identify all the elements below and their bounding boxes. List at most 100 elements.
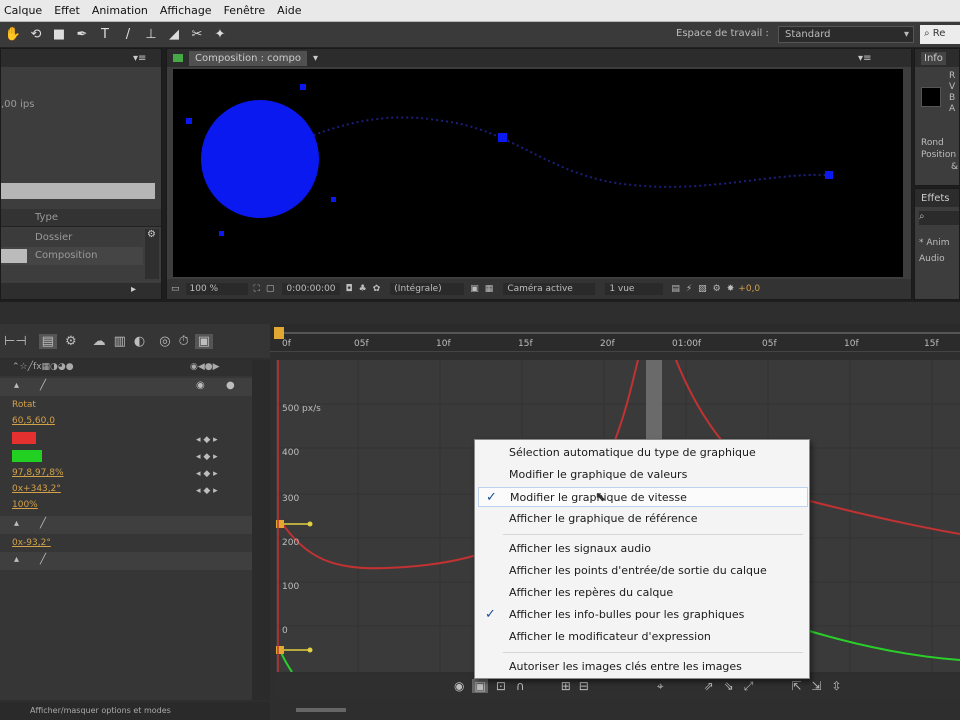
graph-editor-button[interactable]: ▣ bbox=[194, 333, 214, 349]
resolution-select[interactable]: (Intégrale) bbox=[390, 283, 465, 295]
layer-row[interactable]: ▴ ╱ ◉ ● bbox=[0, 378, 252, 396]
fast-preview-icon[interactable]: ⚡ bbox=[686, 284, 692, 294]
panel-menu-icon[interactable]: ▾≡ bbox=[133, 53, 146, 64]
easy-ease-icon[interactable]: ⇱ bbox=[791, 679, 801, 693]
motion-blur-icon[interactable]: ◐ bbox=[134, 334, 145, 349]
menu-fenetre[interactable]: Fenêtre bbox=[224, 4, 266, 17]
fit-selection-icon[interactable]: ⊞ bbox=[561, 679, 571, 693]
work-area-icon[interactable]: ⊢⊣ bbox=[4, 334, 27, 349]
bezier-handle-end[interactable] bbox=[307, 647, 313, 653]
transparency-grid-icon[interactable]: ▦ bbox=[485, 284, 494, 294]
timecode-display[interactable]: 0:00:00:00 bbox=[282, 283, 340, 295]
menu-item-expression-editor[interactable]: Afficher le modificateur d'expression bbox=[475, 627, 809, 647]
pen-switch-icon[interactable]: ╱ bbox=[40, 518, 46, 529]
menu-aide[interactable]: Aide bbox=[277, 4, 301, 17]
tab-composition[interactable]: Composition : compo bbox=[189, 50, 308, 66]
pen-switch-icon[interactable]: ╱ bbox=[40, 554, 46, 565]
rotation-value[interactable]: 0x+343,2° bbox=[12, 484, 61, 494]
menu-item-layer-in-out[interactable]: Afficher les points d'entrée/de sortie d… bbox=[475, 561, 809, 581]
eye-icon[interactable]: ◉ bbox=[454, 679, 464, 693]
toggle-switches-modes[interactable]: Afficher/masquer options et modes bbox=[30, 706, 171, 715]
exposure-value[interactable]: +0,0 bbox=[738, 284, 760, 294]
menu-item-edit-value-graph[interactable]: Modifier le graphique de valeurs bbox=[475, 465, 809, 485]
eraser-tool-icon[interactable]: ◢ bbox=[164, 25, 184, 45]
transform-box-icon[interactable]: ⊡ bbox=[496, 679, 506, 693]
flowchart-icon[interactable]: ⚙ bbox=[713, 284, 721, 294]
exposure-icon[interactable]: ✸ bbox=[727, 284, 735, 294]
layer-row[interactable]: ▴ ╱ bbox=[0, 552, 252, 570]
motion-keyframe-point[interactable] bbox=[219, 231, 224, 236]
menu-affichage[interactable]: Affichage bbox=[160, 4, 212, 17]
time-ruler[interactable]: 0f 05f 10f 15f 20f 01:00f 05f 10f 15f bbox=[270, 324, 960, 352]
zoom-slider[interactable] bbox=[296, 708, 346, 712]
search-input[interactable]: ⌕ Re bbox=[920, 25, 960, 44]
project-item-composition[interactable]: Composition bbox=[1, 247, 143, 265]
mask-icon[interactable]: ▢ bbox=[266, 284, 275, 294]
graph-editor-toggle-icon[interactable]: ◎ bbox=[159, 334, 170, 349]
playhead-icon[interactable] bbox=[274, 327, 284, 339]
shape-tool-icon[interactable]: ■ bbox=[49, 25, 69, 45]
convert-linear-icon[interactable]: ⇘ bbox=[724, 679, 734, 693]
motion-keyframe-point[interactable] bbox=[300, 84, 306, 90]
roto-tool-icon[interactable]: ✂ bbox=[187, 25, 207, 45]
motion-keyframe-point[interactable] bbox=[825, 171, 833, 179]
zoom-select[interactable]: 100 % bbox=[185, 283, 248, 295]
flowchart-icon[interactable]: ⚙ bbox=[147, 229, 156, 240]
menu-item-graph-tooltips[interactable]: ✓ Afficher les info-bulles pour les grap… bbox=[475, 605, 809, 625]
layer-row[interactable]: ▴ ╱ bbox=[0, 516, 252, 534]
region-icon[interactable]: ▣ bbox=[470, 284, 479, 294]
pen-tool-icon[interactable]: ✒ bbox=[72, 25, 92, 45]
menu-effet[interactable]: Effet bbox=[54, 4, 80, 17]
stamp-tool-icon[interactable]: ⊥ bbox=[141, 25, 161, 45]
comp-mini-flowchart-icon[interactable]: ▤ bbox=[38, 333, 57, 349]
shy-switch-icon[interactable]: ▴ bbox=[14, 554, 19, 565]
position-value[interactable]: 60,5,60,0 bbox=[12, 416, 55, 426]
keyframe-marker[interactable] bbox=[276, 520, 284, 528]
red-color-chip[interactable] bbox=[12, 432, 36, 444]
menu-item-audio-waveforms[interactable]: Afficher les signaux audio bbox=[475, 539, 809, 559]
brainstorm-icon[interactable]: ⏱ bbox=[179, 334, 189, 349]
rotate-tool-icon[interactable]: ⟲ bbox=[26, 25, 46, 45]
menu-calque[interactable]: Calque bbox=[4, 4, 42, 17]
solo-icon[interactable]: ● bbox=[226, 380, 235, 391]
pixel-aspect-icon[interactable]: ▤ bbox=[671, 284, 680, 294]
green-color-chip[interactable] bbox=[12, 450, 42, 462]
shy-switch-icon[interactable]: ▴ bbox=[14, 518, 19, 529]
draft-3d-icon[interactable]: ⚙ bbox=[65, 334, 77, 349]
channel-icon[interactable]: ✿ bbox=[373, 284, 381, 294]
layer-list-scrollbar[interactable] bbox=[252, 360, 270, 700]
play-arrow-icon[interactable]: ▸ bbox=[131, 284, 136, 295]
keyframe-nav[interactable]: ◂ ◆ ▸ bbox=[196, 449, 218, 466]
chevron-down-icon[interactable]: ▾ bbox=[313, 53, 318, 64]
puppet-tool-icon[interactable]: ✦ bbox=[210, 25, 230, 45]
menu-item-reference-graph[interactable]: Afficher le graphique de référence bbox=[475, 509, 809, 529]
keyframe-marker[interactable] bbox=[276, 646, 284, 654]
rotation-label[interactable]: Rotat bbox=[12, 400, 36, 410]
keyframe-nav[interactable]: ◂ ◆ ▸ bbox=[196, 483, 218, 500]
convert-hold-icon[interactable]: ⇗ bbox=[704, 679, 714, 693]
auto-bezier-icon[interactable]: ⤢ bbox=[744, 679, 754, 694]
views-select[interactable]: 1 vue bbox=[605, 283, 664, 295]
hand-tool-icon[interactable]: ✋ bbox=[3, 25, 23, 45]
keyframe-properties-icon[interactable]: ⌖ bbox=[657, 679, 664, 694]
motion-keyframe-point[interactable] bbox=[498, 133, 507, 142]
menu-animation[interactable]: Animation bbox=[92, 4, 148, 17]
composition-viewer[interactable] bbox=[173, 69, 903, 277]
motion-keyframe-point[interactable] bbox=[331, 197, 336, 202]
effects-item-audio[interactable]: Audio bbox=[919, 251, 950, 267]
project-item-dossier[interactable]: Dossier bbox=[1, 229, 143, 247]
rotation-value-2[interactable]: 0x-93,2° bbox=[12, 538, 51, 548]
green-speed-curve[interactable] bbox=[805, 629, 960, 661]
blue-circle-layer[interactable] bbox=[201, 100, 319, 218]
graph-type-icon[interactable]: ▣ bbox=[472, 679, 488, 693]
timeline-icon[interactable]: ▧ bbox=[698, 284, 707, 294]
camera-snapshot-icon[interactable]: ◘ bbox=[346, 284, 353, 294]
menu-item-layer-markers[interactable]: Afficher les repères du calque bbox=[475, 583, 809, 603]
fit-icon[interactable]: ⛶ bbox=[254, 284, 260, 294]
brush-tool-icon[interactable]: / bbox=[118, 25, 138, 45]
shy-icon[interactable]: ☁ bbox=[93, 334, 106, 349]
effects-item-animation[interactable]: * Anim bbox=[919, 235, 950, 251]
ease-in-icon[interactable]: ⇲ bbox=[811, 679, 821, 693]
scale-value[interactable]: 97,8,97,8% bbox=[12, 468, 64, 478]
menu-item-edit-speed-graph[interactable]: ✓ Modifier le graphique de vitesse ⬉ bbox=[478, 487, 808, 507]
